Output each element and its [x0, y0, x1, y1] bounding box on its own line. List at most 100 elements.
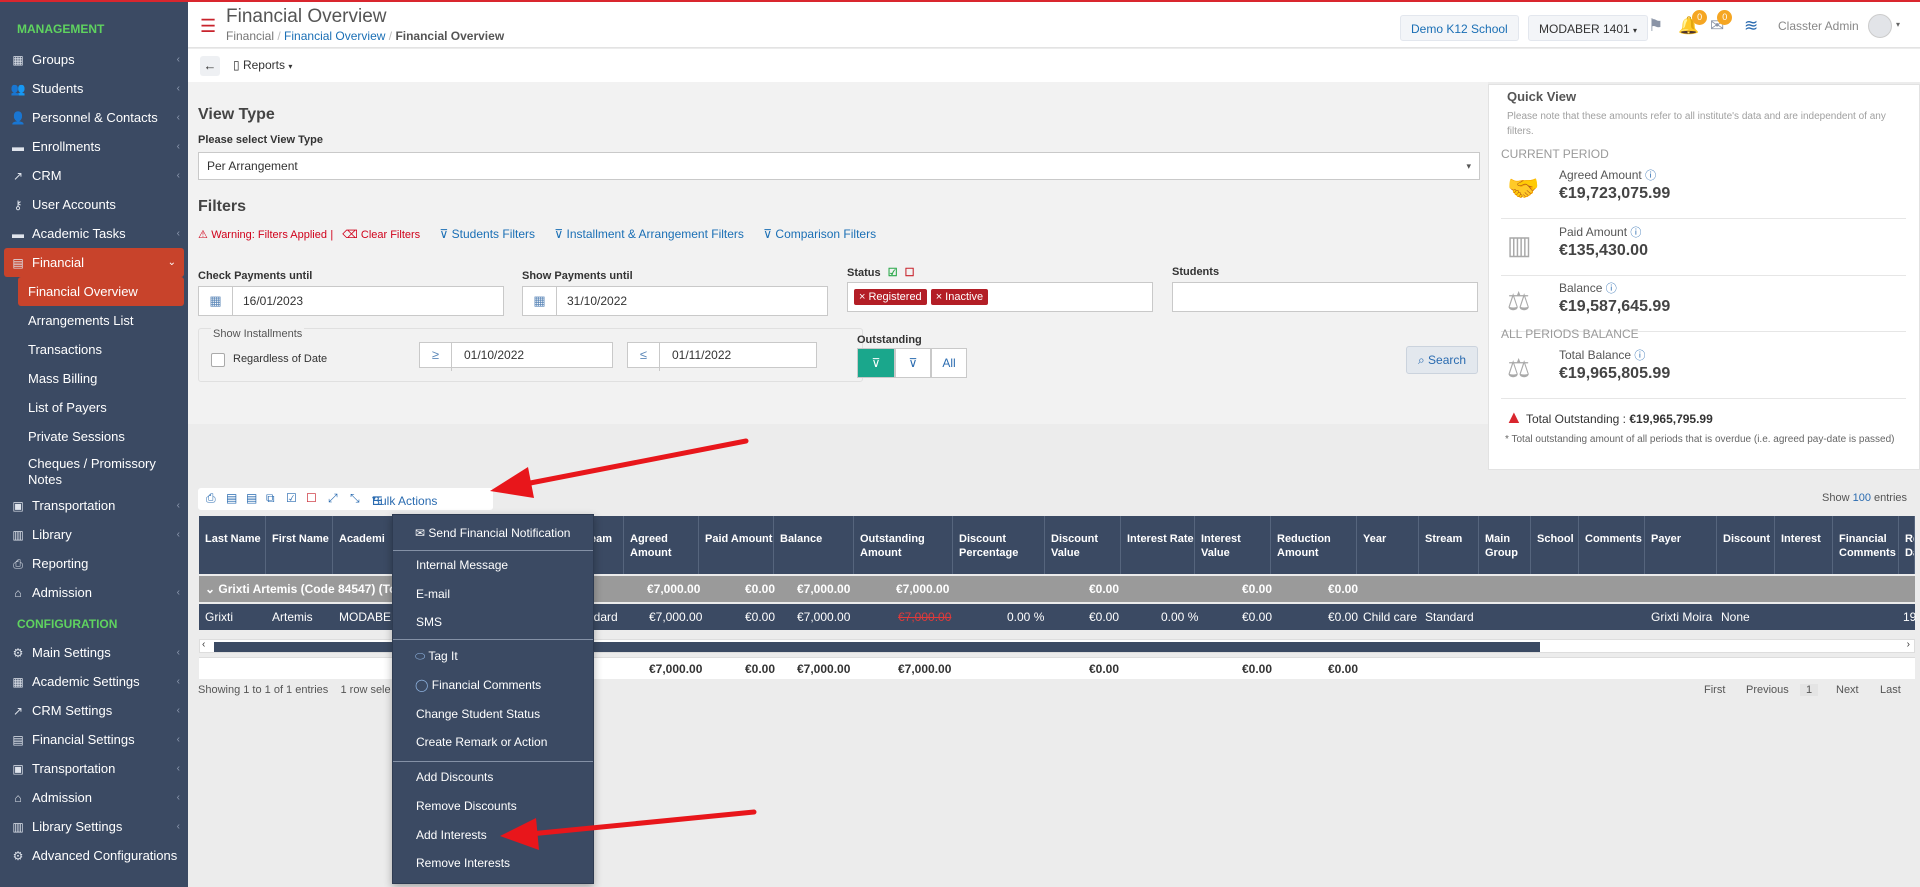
scroll-right-icon[interactable]: › [1907, 639, 1910, 650]
sidebar-sub-financial-overview[interactable]: Financial Overview [18, 277, 184, 306]
col-first-name[interactable]: First Name [266, 516, 333, 574]
menu-email[interactable]: E-mail [416, 583, 450, 605]
col-stream[interactable]: Stream [1419, 516, 1479, 574]
menu-change-student-status[interactable]: Change Student Status [416, 703, 540, 725]
year-selector-button[interactable]: MODABER 1401 ▾ [1528, 15, 1649, 41]
check-all-icon[interactable]: ☑ [888, 267, 898, 279]
students-input[interactable] [1172, 282, 1478, 312]
pager-previous[interactable]: Previous [1746, 684, 1789, 696]
pager-last[interactable]: Last [1880, 684, 1901, 696]
menu-sms[interactable]: SMS [416, 611, 442, 633]
flag-icon[interactable]: ⚑ [1648, 16, 1663, 36]
sidebar-item-library[interactable]: ▥ Library ‹ [0, 520, 188, 549]
uncheck-all-icon[interactable]: ☐ [905, 267, 915, 279]
check-payments-field[interactable]: ▦ 16/01/2023 [198, 286, 504, 316]
sidebar-item-academic-tasks[interactable]: ▬ Academic Tasks ‹ [0, 219, 188, 248]
school-selector-button[interactable]: Demo K12 School [1400, 15, 1519, 41]
user-name[interactable]: Classter Admin [1778, 19, 1859, 33]
menu-financial-comments[interactable]: ◯ Financial Comments [415, 674, 541, 696]
menu-tag-it[interactable]: ⬭ Tag It [415, 645, 458, 667]
sidebar-sub-private-sessions[interactable]: Private Sessions [0, 422, 188, 451]
sidebar-item-enrollments[interactable]: ▬ Enrollments ‹ [0, 132, 188, 161]
col-discount-value[interactable]: Discount Value [1045, 516, 1121, 574]
print-icon[interactable]: ⎙ [206, 491, 216, 506]
sidebar-item-reporting[interactable]: ⎙ Reporting [0, 549, 188, 578]
col-school[interactable]: School [1531, 516, 1579, 574]
col-interest-rate[interactable]: Interest Rate [1121, 516, 1195, 574]
export-pdf-icon[interactable]: ▤ [246, 491, 257, 505]
col-last-name[interactable]: Last Name [199, 516, 266, 574]
outstanding-all-toggle[interactable]: All [931, 348, 967, 378]
back-arrow-icon[interactable]: ← [200, 56, 220, 76]
col-main-group[interactable]: Main Group [1479, 516, 1531, 574]
installments-to-field[interactable]: ≤01/11/2022 [627, 342, 817, 371]
col-agreed-amount[interactable]: Agreed Amount [624, 516, 699, 574]
expand-icon[interactable]: ⤢ [328, 491, 338, 506]
avatar[interactable] [1868, 14, 1892, 38]
scroll-left-icon[interactable]: ‹ [202, 639, 205, 650]
copy-icon[interactable]: ⧉ [266, 491, 275, 506]
calendar-icon[interactable]: ▦ [523, 287, 557, 315]
layers-icon[interactable]: ≋ [1744, 16, 1758, 36]
sidebar-item-academic-settings[interactable]: ▦ Academic Settings ‹ [0, 667, 188, 696]
menu-create-remark[interactable]: Create Remark or Action [416, 731, 547, 753]
menu-remove-interests[interactable]: Remove Interests [416, 852, 510, 874]
sidebar-item-main-settings[interactable]: ⚙ Main Settings ‹ [0, 638, 188, 667]
sidebar-item-financial[interactable]: ▤ Financial ⌄ [4, 248, 184, 277]
sidebar-item-transportation-settings[interactable]: ▣ Transportation ‹ [0, 754, 188, 783]
col-re-da[interactable]: Re Da [1899, 516, 1915, 574]
sidebar-sub-arrangements-list[interactable]: Arrangements List [0, 306, 188, 335]
col-paid-amount[interactable]: Paid Amount [699, 516, 774, 574]
menu-add-interests[interactable]: Add Interests [416, 824, 487, 846]
entries-select[interactable]: 100 [1853, 492, 1871, 504]
col-discount[interactable]: Discount [1717, 516, 1775, 574]
breadcrumb-item-financial[interactable]: Financial [226, 29, 274, 43]
search-button[interactable]: ⌕ Search [1406, 346, 1478, 374]
sidebar-item-admission[interactable]: ⌂ Admission ‹ [0, 578, 188, 607]
sidebar-item-students[interactable]: 👥 Students ‹ [0, 74, 188, 103]
sidebar-item-groups[interactable]: ▦ Groups ‹ [0, 45, 188, 74]
sidebar-item-financial-settings[interactable]: ▤ Financial Settings ‹ [0, 725, 188, 754]
sidebar-item-crm[interactable]: ↗ CRM ‹ [0, 161, 188, 190]
col-outstanding-amount[interactable]: Outstanding Amount [854, 516, 953, 574]
view-type-select[interactable]: Per Arrangement ▾ [198, 152, 1480, 180]
col-interest[interactable]: Interest [1775, 516, 1833, 574]
sidebar-sub-transactions[interactable]: Transactions [0, 335, 188, 364]
sidebar-item-crm-settings[interactable]: ↗ CRM Settings ‹ [0, 696, 188, 725]
menu-add-discounts[interactable]: Add Discounts [416, 766, 493, 788]
sidebar-item-personnel[interactable]: 👤 Personnel & Contacts ‹ [0, 103, 188, 132]
installment-filters-link[interactable]: ⊽ Installment & Arrangement Filters [554, 227, 744, 241]
outstanding-yes-toggle[interactable]: ⊽ [857, 348, 895, 378]
outstanding-no-toggle[interactable]: ⊽ [895, 348, 931, 378]
col-balance[interactable]: Balance [774, 516, 854, 574]
menu-remove-discounts[interactable]: Remove Discounts [416, 795, 517, 817]
hamburger-menu-icon[interactable]: ☰ [200, 16, 216, 37]
menu-send-financial-notification[interactable]: ✉ Send Financial Notification [415, 522, 570, 544]
calendar-icon[interactable]: ▦ [199, 287, 233, 315]
collapse-icon[interactable]: ⤡ [350, 491, 360, 506]
col-academic[interactable]: Academi [333, 516, 393, 574]
sidebar-sub-cheques[interactable]: Cheques / Promissory Notes [0, 451, 188, 491]
sidebar-sub-mass-billing[interactable]: Mass Billing [0, 364, 188, 393]
status-tag-registered[interactable]: × Registered [854, 289, 927, 305]
menu-internal-message[interactable]: Internal Message [416, 554, 508, 576]
students-filters-link[interactable]: ⊽ Students Filters [440, 227, 536, 241]
pager-next[interactable]: Next [1836, 684, 1859, 696]
deselect-all-icon[interactable]: ☐ [306, 491, 317, 505]
export-excel-icon[interactable]: ▤ [226, 491, 237, 505]
reports-dropdown[interactable]: ▯ Reports ▾ [233, 58, 292, 72]
col-year[interactable]: Year [1357, 516, 1419, 574]
regardless-of-date-checkbox[interactable] [211, 353, 225, 367]
breadcrumb-item-financial-overview[interactable]: Financial Overview [284, 29, 385, 43]
sidebar-item-admission-settings[interactable]: ⌂ Admission ‹ [0, 783, 188, 812]
sidebar-item-library-settings[interactable]: ▥ Library Settings ‹ [0, 812, 188, 841]
sidebar-item-user-accounts[interactable]: ⚷ User Accounts [0, 190, 188, 219]
status-multiselect[interactable]: × Registered × Inactive [847, 282, 1153, 312]
sidebar-sub-list-of-payers[interactable]: List of Payers [0, 393, 188, 422]
mail-icon[interactable]: ✉ 0 [1710, 10, 1733, 36]
select-all-icon[interactable]: ☑ [286, 491, 297, 505]
info-icon[interactable]: ⓘ [1606, 283, 1617, 295]
caret-down-icon[interactable]: ▾ [1896, 20, 1900, 29]
col-discount-percentage[interactable]: Discount Percentage [953, 516, 1045, 574]
col-payer[interactable]: Payer [1645, 516, 1717, 574]
